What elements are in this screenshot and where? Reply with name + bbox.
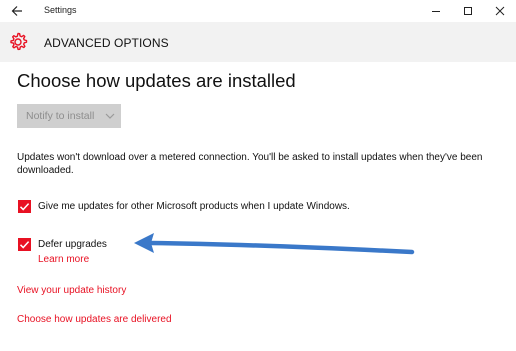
install-mode-dropdown[interactable]: Notify to install (17, 104, 121, 128)
delivery-options-link[interactable]: Choose how updates are delivered (17, 314, 172, 325)
page-header: ADVANCED OPTIONS (0, 22, 516, 62)
update-history-link[interactable]: View your update history (17, 285, 126, 296)
close-button[interactable] (489, 2, 511, 20)
minimize-button[interactable] (425, 2, 447, 20)
checkmark-icon (19, 203, 30, 211)
back-button[interactable] (8, 2, 28, 20)
close-icon (495, 6, 505, 16)
annotation-arrow (134, 233, 415, 255)
other-products-checkbox[interactable] (18, 200, 31, 213)
arrow-left-icon (11, 6, 22, 16)
defer-upgrades-label: Defer upgrades (38, 239, 107, 250)
gear-icon (10, 32, 28, 51)
defer-upgrades-checkbox[interactable] (18, 238, 31, 251)
chevron-down-icon (105, 113, 115, 119)
window-title: Settings (44, 5, 77, 15)
learn-more-link[interactable]: Learn more (38, 254, 89, 265)
page-title: ADVANCED OPTIONS (44, 36, 169, 50)
dropdown-value: Notify to install (26, 110, 95, 122)
maximize-icon (464, 7, 472, 15)
maximize-button[interactable] (457, 2, 479, 20)
title-bar: Settings (0, 0, 516, 22)
metered-connection-description: Updates won't download over a metered co… (17, 152, 483, 176)
other-products-label: Give me updates for other Microsoft prod… (38, 201, 350, 212)
section-heading: Choose how updates are installed (17, 70, 296, 91)
checkmark-icon (19, 241, 30, 249)
minimize-icon (432, 11, 440, 12)
